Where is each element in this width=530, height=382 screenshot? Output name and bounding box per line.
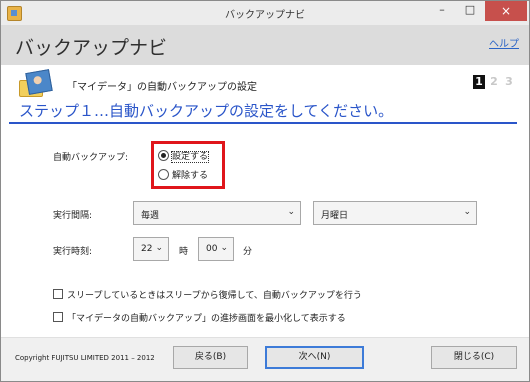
step-1: 1 — [473, 75, 485, 89]
radio-disable-label[interactable]: 解除する — [172, 171, 208, 181]
step-2: 2 — [490, 75, 498, 88]
interval-value: 毎週 — [141, 211, 160, 221]
chevron-down-icon: ⌄ — [463, 207, 471, 217]
chevron-down-icon: ⌄ — [220, 243, 228, 253]
minute-unit: 分 — [243, 247, 253, 257]
step-heading: ステップ１…自動バックアップの設定をしてください。 — [19, 102, 394, 120]
sleep-wake-option[interactable]: スリープしているときはスリープから復帰して、自動バックアップを行う — [53, 288, 362, 302]
time-label: 実行時刻: — [53, 247, 93, 257]
interval-select[interactable]: 毎週 ⌄ — [133, 201, 301, 225]
day-select[interactable]: 月曜日 ⌄ — [313, 201, 477, 225]
minute-value: 00 — [206, 244, 218, 254]
step-indicator: 123 — [470, 75, 515, 89]
divider — [9, 122, 517, 124]
backup-navi-window: バックアップナビ – □ × バックアップナビ ヘルプ 「マイデータ」の自動バッ… — [0, 0, 530, 382]
day-value: 月曜日 — [321, 211, 349, 221]
sleep-wake-label[interactable]: スリープしているときはスリープから復帰して、自動バックアップを行う — [67, 291, 362, 301]
next-button[interactable]: 次へ(N) — [265, 346, 364, 369]
radio-disable[interactable]: 解除する — [158, 168, 208, 182]
hour-unit: 時 — [179, 247, 189, 257]
section-title: 「マイデータ」の自動バックアップの設定 — [67, 82, 257, 93]
interval-label: 実行間隔: — [53, 211, 93, 221]
minimize-progress-label[interactable]: 「マイデータの自動バックアップ」の進捗画面を最小化して表示する — [67, 314, 346, 324]
minimize-progress-checkbox[interactable] — [53, 312, 63, 322]
header: バックアップナビ ヘルプ — [1, 25, 529, 65]
radio-enable-label[interactable]: 設定する — [170, 151, 210, 163]
minute-select[interactable]: 00 ⌄ — [198, 237, 234, 261]
auto-backup-label: 自動バックアップ: — [53, 153, 129, 163]
title-bar[interactable]: バックアップナビ – □ × — [1, 1, 529, 26]
hour-value: 22 — [141, 244, 153, 254]
sleep-wake-checkbox[interactable] — [53, 289, 63, 299]
radio-disable-indicator[interactable] — [158, 169, 169, 180]
photo-shape — [25, 69, 53, 95]
help-link[interactable]: ヘルプ — [489, 35, 519, 50]
hour-select[interactable]: 22 ⌄ — [133, 237, 169, 261]
my-data-photo-icon — [19, 69, 53, 97]
back-button[interactable]: 戻る(B) — [173, 346, 248, 369]
chevron-down-icon: ⌄ — [155, 243, 163, 253]
footer: Copyright FUJITSU LIMITED 2011 – 2012 戻る… — [1, 337, 529, 381]
radio-enable[interactable]: 設定する — [158, 149, 210, 163]
close-button[interactable]: 閉じる(C) — [431, 346, 517, 369]
highlight-box: 設定する 解除する — [151, 141, 225, 189]
maximize-button[interactable]: □ — [457, 1, 483, 21]
step-3: 3 — [505, 75, 513, 88]
chevron-down-icon: ⌄ — [287, 207, 295, 217]
radio-enable-indicator[interactable] — [158, 150, 169, 161]
copyright-text: Copyright FUJITSU LIMITED 2011 – 2012 — [15, 354, 155, 362]
page-title: バックアップナビ — [15, 37, 168, 59]
close-window-button[interactable]: × — [485, 1, 527, 21]
minimize-progress-option[interactable]: 「マイデータの自動バックアップ」の進捗画面を最小化して表示する — [53, 311, 346, 325]
minimize-button[interactable]: – — [429, 1, 455, 21]
